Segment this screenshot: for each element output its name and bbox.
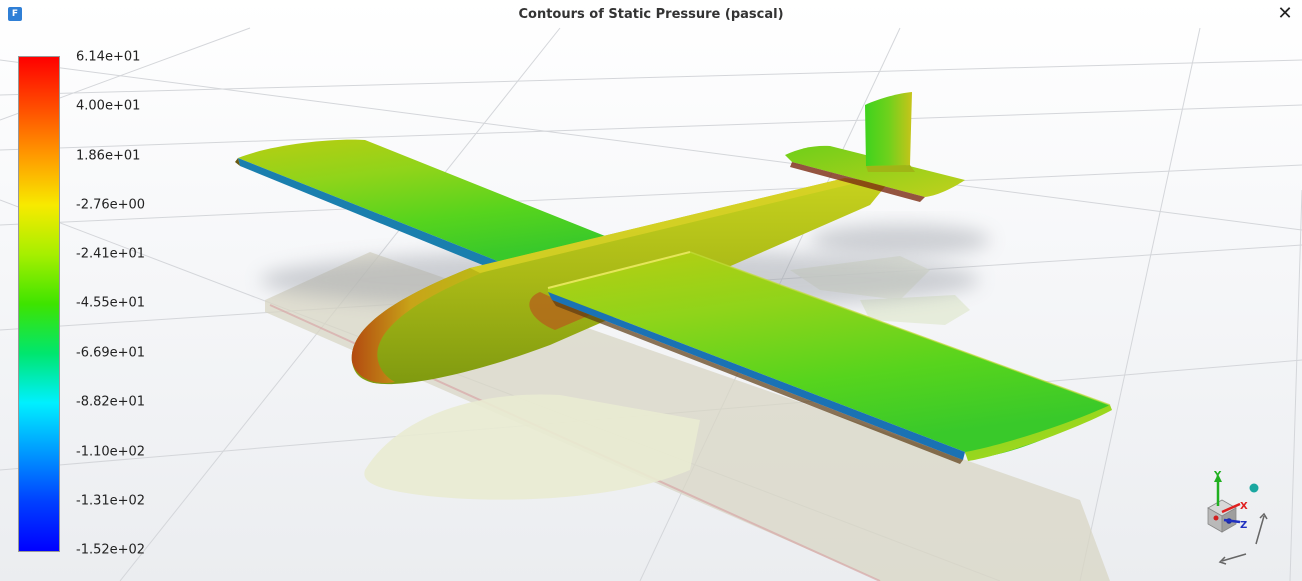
- colormap-label: -8.82e+01: [76, 394, 146, 410]
- colormap-label: 6.14e+01: [76, 49, 141, 65]
- colormap-bar: [18, 56, 60, 552]
- isometric-view-icon[interactable]: [1249, 483, 1259, 493]
- colormap-label: -1.10e+02: [76, 444, 146, 460]
- rotate-horizontal-icon[interactable]: [1218, 553, 1247, 565]
- colormap-label: 1.86e+01: [76, 148, 141, 164]
- colormap-label: -1.31e+02: [76, 493, 146, 509]
- axis-y-label: Y: [1213, 470, 1222, 481]
- orientation-triad[interactable]: Y X Z: [1196, 466, 1296, 571]
- rotate-vertical-icon[interactable]: [1255, 512, 1268, 545]
- colormap-label: -2.41e+01: [76, 246, 146, 262]
- colormap-label: -4.55e+01: [76, 295, 146, 311]
- window-titlebar: F Contours of Static Pressure (pascal) ✕: [0, 0, 1302, 30]
- contour-scene: [0, 27, 1302, 581]
- colormap-label: -1.52e+02: [76, 542, 146, 558]
- axis-x-label: X: [1240, 501, 1248, 512]
- close-button[interactable]: ✕: [1276, 5, 1294, 23]
- colormap-label: -6.69e+01: [76, 345, 146, 361]
- colormap-label: -2.76e+00: [76, 197, 146, 213]
- fluent-app-icon: F: [8, 7, 22, 21]
- colormap-label: 4.00e+01: [76, 98, 141, 114]
- window-title: Contours of Static Pressure (pascal): [518, 6, 784, 22]
- axis-z-label: Z: [1240, 520, 1247, 531]
- graphics-viewport[interactable]: F Contours of Static Pressure (pascal) ✕…: [0, 0, 1302, 581]
